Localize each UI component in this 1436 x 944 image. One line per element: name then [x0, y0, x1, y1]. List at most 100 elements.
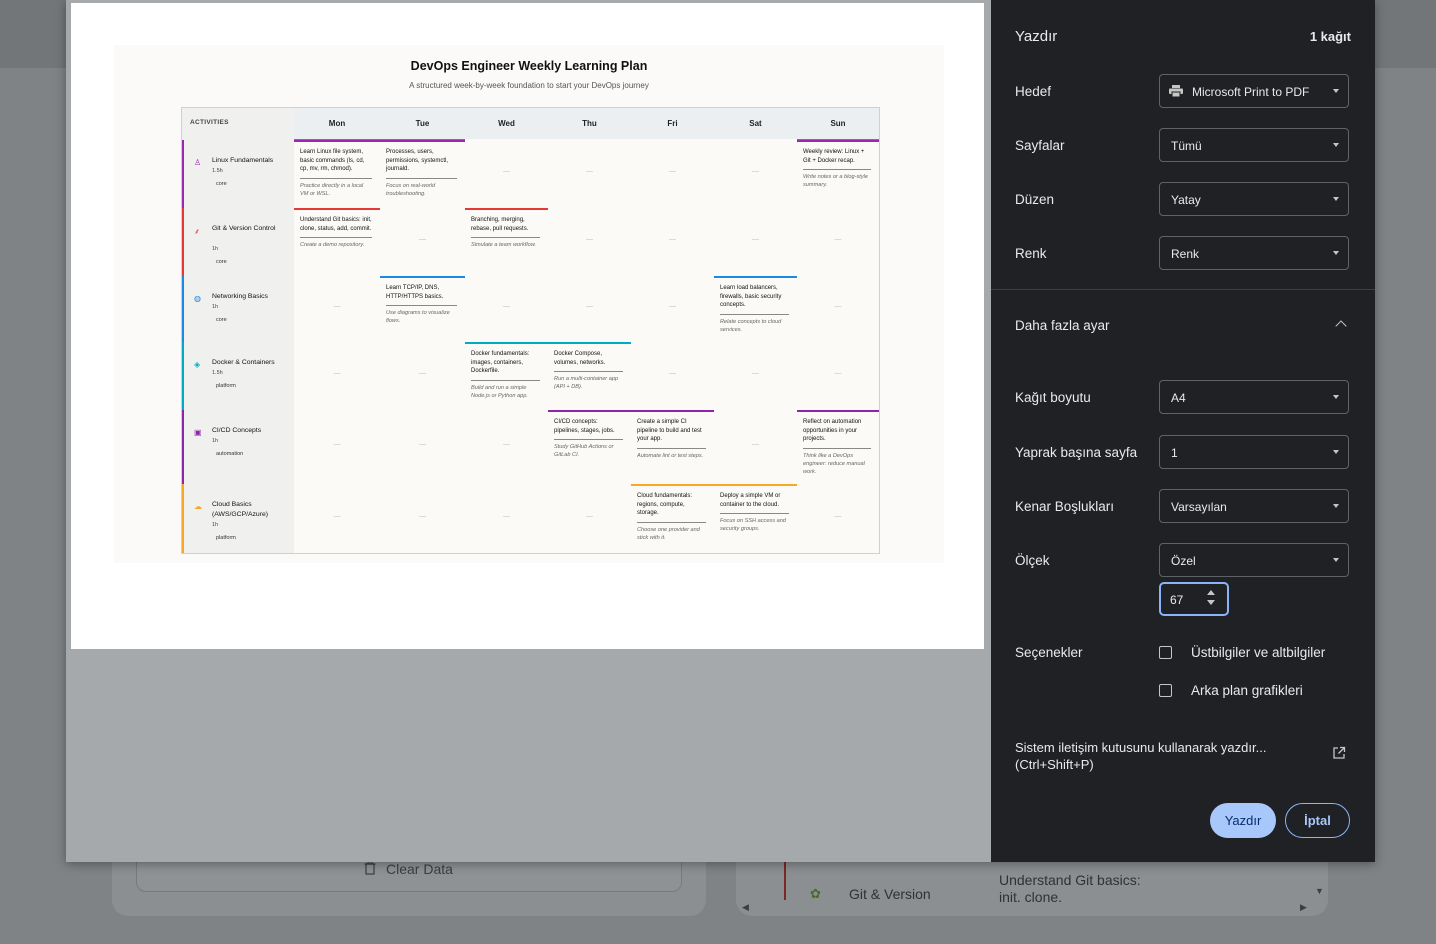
- print-button[interactable]: Yazdır: [1210, 803, 1276, 838]
- cell-task: Deploy a simple VM or container to the c…: [720, 493, 781, 508]
- cell-accent-line: [631, 410, 714, 412]
- print-title: Yazdır: [1015, 28, 1058, 45]
- activities-column: [182, 108, 294, 553]
- document-title: DevOps Engineer Weekly Learning Plan: [410, 59, 648, 73]
- cell-accent-line: [380, 140, 465, 142]
- activity-tag: platform: [216, 535, 236, 541]
- cell-task: Learn Linux file system, basic commands …: [300, 149, 365, 172]
- cell-divider: [471, 379, 540, 381]
- row-color-bar: [182, 342, 184, 410]
- clear-data-label: Clear Data: [386, 861, 453, 877]
- layout-select[interactable]: Yatay: [1159, 182, 1349, 216]
- background-graphics-label[interactable]: Arka plan grafikleri: [1191, 683, 1303, 698]
- schedule-cell: Reflect on automation opportunities in y…: [803, 418, 871, 476]
- scale-label: Ölçek: [1015, 553, 1050, 568]
- schedule-cell: Learn Linux file system, basic commands …: [300, 148, 372, 198]
- activity-name: Docker & Containers: [212, 359, 275, 366]
- schedule-cell: Docker Compose, volumes, networks. Run a …: [554, 350, 623, 391]
- empty-cell-mark: —: [419, 512, 426, 520]
- empty-cell-mark: —: [669, 303, 676, 310]
- spin-down-icon[interactable]: [1207, 600, 1215, 605]
- paper-size-select[interactable]: A4: [1159, 380, 1349, 414]
- day-header-fri: Fri: [631, 108, 714, 139]
- empty-cell-mark: —: [752, 370, 759, 377]
- cell-accent-line: [548, 410, 631, 412]
- scale-number-input[interactable]: 67: [1159, 582, 1229, 616]
- cell-task: CI/CD concepts: pipelines, stages, jobs.: [554, 419, 615, 434]
- chevron-down-icon: [1333, 450, 1339, 454]
- empty-cell-mark: —: [834, 512, 842, 520]
- schedule-cell: Cloud fundamentals: regions, compute, st…: [637, 492, 706, 542]
- cell-note: Think like a DevOps engineer: reduce man…: [803, 452, 865, 475]
- day-header-tue: Tue: [380, 108, 465, 139]
- pages-per-sheet-select[interactable]: 1: [1159, 435, 1349, 469]
- color-label: Renk: [1015, 246, 1047, 261]
- card-row-label: Git & Version: [849, 886, 931, 902]
- empty-cell-mark: —: [834, 236, 842, 243]
- scroll-left-icon[interactable]: ◀: [742, 902, 749, 913]
- pages-label: Sayfalar: [1015, 138, 1065, 153]
- layout-label: Düzen: [1015, 192, 1055, 207]
- schedule-cell: Learn load balancers, firewalls, basic s…: [720, 284, 789, 334]
- print-preview-area: DevOps Engineer Weekly Learning Plan A s…: [66, 0, 991, 862]
- scale-select[interactable]: Özel: [1159, 543, 1349, 577]
- destination-select[interactable]: Microsoft Print to PDF: [1159, 74, 1349, 108]
- empty-cell-mark: —: [669, 370, 676, 377]
- pages-per-sheet-label: Yaprak başına sayfa: [1015, 445, 1138, 460]
- activity-name: Cloud Basics (AWS/GCP/Azure): [212, 501, 269, 518]
- headers-footers-label[interactable]: Üstbilgiler ve altbilgiler: [1191, 645, 1325, 660]
- cell-accent-line: [714, 484, 797, 486]
- cell-task: Docker Compose, volumes, networks.: [554, 351, 606, 366]
- row-color-bar: [182, 410, 184, 484]
- activity-name: CI/CD Concepts: [212, 427, 262, 434]
- scroll-right-icon[interactable]: ▶: [1300, 902, 1307, 913]
- day-header-thu: Thu: [548, 108, 631, 139]
- cell-task: Create a simple CI pipeline to build and…: [637, 419, 702, 442]
- empty-cell-mark: —: [586, 168, 593, 175]
- cell-task: Processes, users, permissions, systemctl…: [386, 149, 449, 172]
- activity-name: Git & Version Control: [212, 225, 276, 232]
- spin-up-icon[interactable]: [1207, 590, 1215, 595]
- cell-note: Choose one provider and stick with it.: [637, 526, 700, 541]
- activity-hours: 1h: [212, 522, 219, 528]
- schedule-cell: Branching, merging, rebase, pull request…: [471, 216, 540, 249]
- chevron-up-icon[interactable]: [1335, 320, 1347, 332]
- system-dialog-link[interactable]: Sistem iletişim kutusunu kullanarak yazd…: [1015, 739, 1305, 773]
- schedule-cell: Learn TCP/IP, DNS, HTTP/HTTPS basics. Use…: [386, 284, 457, 325]
- background-graphics-checkbox[interactable]: [1159, 684, 1172, 697]
- card-row-text: Understand Git basics: init. clone.: [999, 872, 1141, 905]
- activity-hours: 1.5h: [212, 168, 223, 174]
- schedule-cell: Docker fundamentals: images, containers,…: [471, 350, 540, 400]
- cell-task: Weekly review: Linux + Git + Docker reca…: [803, 149, 865, 164]
- cell-divider: [386, 305, 457, 306]
- trash-icon: [364, 861, 376, 875]
- cell-divider: [637, 521, 706, 523]
- schedule-cell: Processes, users, permissions, systemctl…: [386, 148, 457, 198]
- scroll-down-icon[interactable]: ▼: [1315, 886, 1324, 896]
- schedule-cell: Deploy a simple VM or container to the c…: [720, 492, 789, 533]
- color-select[interactable]: Renk: [1159, 236, 1349, 270]
- row-color-bar: [182, 208, 184, 276]
- destination-value: Microsoft Print to PDF: [1192, 85, 1310, 99]
- sheet-count: 1 kağıt: [1309, 29, 1351, 44]
- cancel-button[interactable]: İptal: [1285, 803, 1350, 838]
- headers-footers-checkbox[interactable]: [1159, 646, 1172, 659]
- cell-note: Automate lint or test steps.: [637, 452, 704, 459]
- empty-cell-mark: —: [586, 303, 593, 310]
- chevron-down-icon: [1333, 197, 1339, 201]
- empty-cell-mark: —: [752, 236, 759, 243]
- cell-divider: [554, 371, 623, 372]
- empty-cell-mark: —: [503, 303, 510, 310]
- cell-task: Docker fundamentals: images, containers,…: [471, 351, 530, 374]
- cell-task: Learn load balancers, firewalls, basic s…: [720, 285, 782, 308]
- pages-select[interactable]: Tümü: [1159, 128, 1349, 162]
- margins-select[interactable]: Varsayılan: [1159, 489, 1349, 523]
- schedule-cell: CI/CD concepts: pipelines, stages, jobs.…: [554, 418, 623, 459]
- printer-icon: [1169, 85, 1183, 97]
- activity-tag: platform: [216, 383, 236, 389]
- cell-divider: [637, 447, 706, 449]
- cell-accent-line: [714, 276, 797, 278]
- cell-divider: [720, 513, 789, 514]
- open-external-icon[interactable]: [1332, 746, 1346, 760]
- more-settings-toggle[interactable]: Daha fazla ayar: [1015, 318, 1110, 333]
